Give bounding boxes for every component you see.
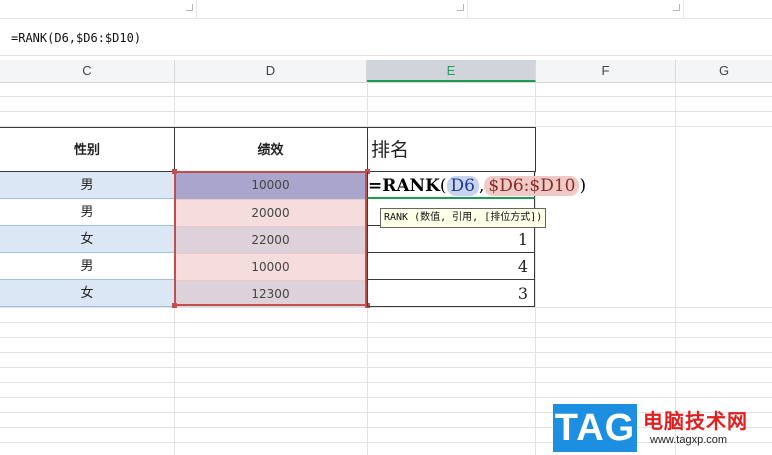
- range-handle[interactable]: [172, 169, 177, 174]
- gridline: [0, 382, 772, 383]
- watermark-logo: TAG: [553, 404, 637, 452]
- header-performance[interactable]: 绩效: [174, 127, 368, 172]
- gridline: [0, 322, 772, 323]
- sheet-top-strip: [0, 0, 772, 19]
- column-header-c[interactable]: C: [0, 60, 175, 82]
- gender-cell[interactable]: 男: [0, 199, 174, 226]
- formula-close-paren: ): [579, 176, 587, 196]
- rank-cell[interactable]: 4: [367, 253, 535, 280]
- column-header-d[interactable]: D: [175, 60, 367, 82]
- gender-cell[interactable]: 男: [0, 172, 174, 199]
- header-rank[interactable]: 排名: [367, 127, 536, 172]
- rank-cell[interactable]: 3: [367, 280, 535, 307]
- rank-cell[interactable]: 1: [367, 226, 535, 253]
- gridline: [0, 111, 772, 112]
- formula-ref-value: D6: [446, 176, 479, 196]
- formula-function-name: =RANK: [368, 176, 440, 196]
- strip-divider: [683, 0, 684, 18]
- reference-range-outline: [174, 171, 367, 306]
- gridline: [0, 397, 772, 398]
- column-header-f[interactable]: F: [536, 60, 676, 82]
- watermark-url: www.tagxp.com: [650, 434, 728, 446]
- resize-corner-icon: [673, 4, 680, 11]
- gridline: [0, 337, 772, 338]
- formula-input[interactable]: =RANK(D6,$D6:$D10): [5, 28, 766, 48]
- gender-cell[interactable]: 男: [0, 253, 174, 280]
- gridline: [0, 367, 772, 368]
- gridline: [0, 307, 772, 308]
- gender-cell[interactable]: 女: [0, 226, 174, 253]
- strip-divider: [467, 0, 468, 18]
- watermark-site-name: 电脑技术网: [643, 409, 748, 433]
- gridline: [0, 96, 772, 97]
- gridline: [0, 352, 772, 353]
- resize-corner-icon: [457, 4, 464, 11]
- formula-ref-range: $D6:$D10: [484, 176, 580, 196]
- gridline: [675, 82, 676, 455]
- range-handle[interactable]: [172, 303, 177, 308]
- formula-open-paren: (: [439, 176, 447, 196]
- column-header-g[interactable]: G: [676, 60, 772, 82]
- resize-corner-icon: [186, 4, 193, 11]
- column-header-e[interactable]: E: [367, 60, 536, 82]
- strip-divider: [196, 0, 197, 18]
- header-gender[interactable]: 性别: [0, 127, 175, 172]
- gender-cell[interactable]: 女: [0, 280, 174, 307]
- function-tooltip: RANK (数值, 引用, [排位方式]): [380, 208, 547, 228]
- cell-formula-editor[interactable]: =RANK(D6, $D6:$D10): [368, 173, 586, 199]
